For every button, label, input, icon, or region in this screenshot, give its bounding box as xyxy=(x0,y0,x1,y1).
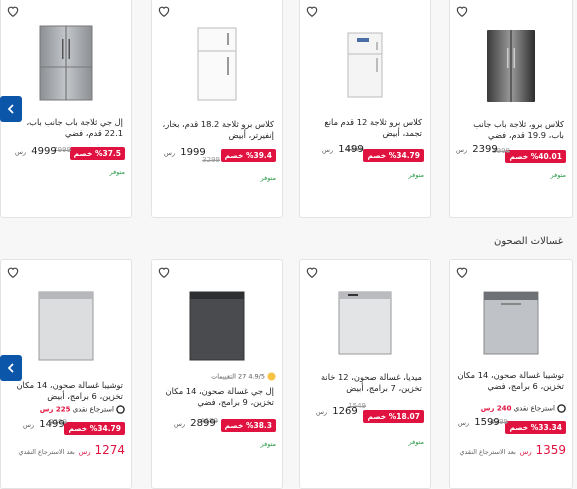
heart-icon[interactable] xyxy=(305,4,319,18)
discount-badge: %34.79 خصم xyxy=(64,422,125,435)
product-image[interactable] xyxy=(1,21,131,105)
stock-status: متوفر xyxy=(408,438,425,446)
current-price: 1269 رس xyxy=(316,406,358,417)
product-title[interactable]: كلاس برو ثلاجة 18.2 قدم، بخار، إنفيرتر، … xyxy=(158,119,274,141)
section-title: غسالات الصحون xyxy=(494,236,563,247)
current-price: 4999 رس xyxy=(15,146,57,157)
product-image[interactable] xyxy=(152,23,282,105)
heart-icon[interactable] xyxy=(157,4,171,18)
current-price: 1499 رس xyxy=(322,144,364,155)
stock-status: متوفر xyxy=(408,171,425,179)
heart-icon[interactable] xyxy=(6,265,20,279)
fridges-row: كلاس برو، ثلاجة باب جانب باب، 19.9 قدم، … xyxy=(0,0,577,230)
discount-badge: %34.79 خصم xyxy=(363,149,424,162)
chevron-left-icon xyxy=(7,104,14,114)
current-price: 1599 رس xyxy=(458,417,500,428)
product-title[interactable]: ميديا، غسالة صحون، 12 خانة تخزين، 7 برام… xyxy=(306,372,422,394)
product-title[interactable]: توشيبا غسالة صحون، 14 مكان تخزين، 6 برام… xyxy=(7,380,123,402)
product-title[interactable]: إل جي غسالة صحون، 14 مكان تخزين، 9 برامج… xyxy=(158,386,275,408)
product-card[interactable]: ميديا، غسالة صحون، 12 خانة تخزين، 7 برام… xyxy=(299,259,431,489)
discount-badge: %18.07 خصم xyxy=(363,410,424,423)
current-price: 1999 رس xyxy=(164,147,206,158)
product-image[interactable] xyxy=(1,288,131,364)
carousel-prev-button[interactable] xyxy=(0,355,22,381)
heart-icon[interactable] xyxy=(157,265,171,279)
price-row: %34.79 خصم 2299 1499 رس xyxy=(306,144,424,165)
cashback-icon xyxy=(557,404,566,413)
dishwashers-row: توشيبا غسالة صحون، 14 مكان تخزين، 6 برام… xyxy=(0,257,577,489)
product-image[interactable] xyxy=(152,288,282,364)
carousel-prev-button[interactable] xyxy=(0,96,22,122)
discount-badge: %38.3 خصم xyxy=(220,419,276,432)
heart-icon[interactable] xyxy=(305,265,319,279)
heart-icon[interactable] xyxy=(455,265,469,279)
heart-icon[interactable] xyxy=(455,4,469,18)
product-card[interactable]: كلاس برو ثلاجة 18.2 قدم، بخار، إنفيرتر، … xyxy=(151,0,283,218)
price-row: %33.34 خصم 2399 1599 رس xyxy=(456,417,566,437)
product-card[interactable]: كلاس برو، ثلاجة باب جانب باب، 19.9 قدم، … xyxy=(449,0,573,218)
price-after-cashback: 1274 رس بعد الاسترجاع النقدي xyxy=(18,443,125,457)
stock-status: متوفر xyxy=(260,440,277,448)
discount-badge: %33.34 خصم xyxy=(505,421,566,434)
stock-status: متوفر xyxy=(109,168,126,176)
product-title[interactable]: كلاس برو ثلاجة 12 قدم مانع تجمد، أبيض xyxy=(306,117,422,139)
product-image[interactable] xyxy=(300,288,430,358)
discount-badge: %40.01 خصم xyxy=(505,150,566,163)
product-card[interactable]: 4.9/5 27 التقييمات إل جي غسالة صحون، 14 … xyxy=(151,259,283,489)
current-price: 2899 رس xyxy=(174,418,216,429)
price-row: %39.4 خصم 3299 1999 رس xyxy=(158,147,276,165)
product-title[interactable]: كلاس برو، ثلاجة باب جانب باب، 19.9 قدم، … xyxy=(456,119,564,141)
star-icon xyxy=(267,372,276,381)
current-price: 2399 رس xyxy=(456,144,498,155)
heart-icon[interactable] xyxy=(6,4,20,18)
product-image[interactable] xyxy=(450,288,572,358)
cashback-offer: استرجاع نقدي 225 رس xyxy=(40,405,125,414)
current-price: 1499 رس xyxy=(23,419,65,430)
product-title[interactable]: توشيبا غسالة صحون، 14 مكان تخزين، 6 برام… xyxy=(456,370,564,392)
price-row: %37.5 خصم 7999 4999 رس xyxy=(7,145,125,163)
rating: 4.9/5 27 التقييمات xyxy=(211,372,276,381)
price-after-cashback: 1359 رس بعد الاسترجاع النقدي xyxy=(459,443,566,457)
cashback-offer: استرجاع نقدي 240 رس xyxy=(481,404,566,413)
stock-status: متوفر xyxy=(550,171,567,179)
stock-status: متوفر xyxy=(260,174,277,182)
product-title[interactable]: إل جي ثلاجة باب جانب باب، 22.1 قدم، فضي xyxy=(7,117,124,139)
product-image[interactable] xyxy=(450,21,572,111)
chevron-left-icon xyxy=(7,363,14,373)
product-card[interactable]: كلاس برو ثلاجة 12 قدم مانع تجمد، أبيض %3… xyxy=(299,0,431,218)
price-row: %38.3 خصم 4699 2899 رس xyxy=(158,417,276,435)
product-image[interactable] xyxy=(300,25,430,105)
product-card[interactable]: توشيبا غسالة صحون، 14 مكان تخزين، 6 برام… xyxy=(449,259,573,489)
discount-badge: %39.4 خصم xyxy=(220,149,276,162)
price-row: %34.79 خصم 2299 1499 رس xyxy=(7,418,125,438)
price-row: %40.01 خصم 3998 2399 رس xyxy=(456,144,566,166)
price-row: %18.07 خصم 1549 1269 رس xyxy=(306,402,424,423)
discount-badge: %37.5 خصم xyxy=(69,147,125,160)
cashback-icon xyxy=(116,405,125,414)
